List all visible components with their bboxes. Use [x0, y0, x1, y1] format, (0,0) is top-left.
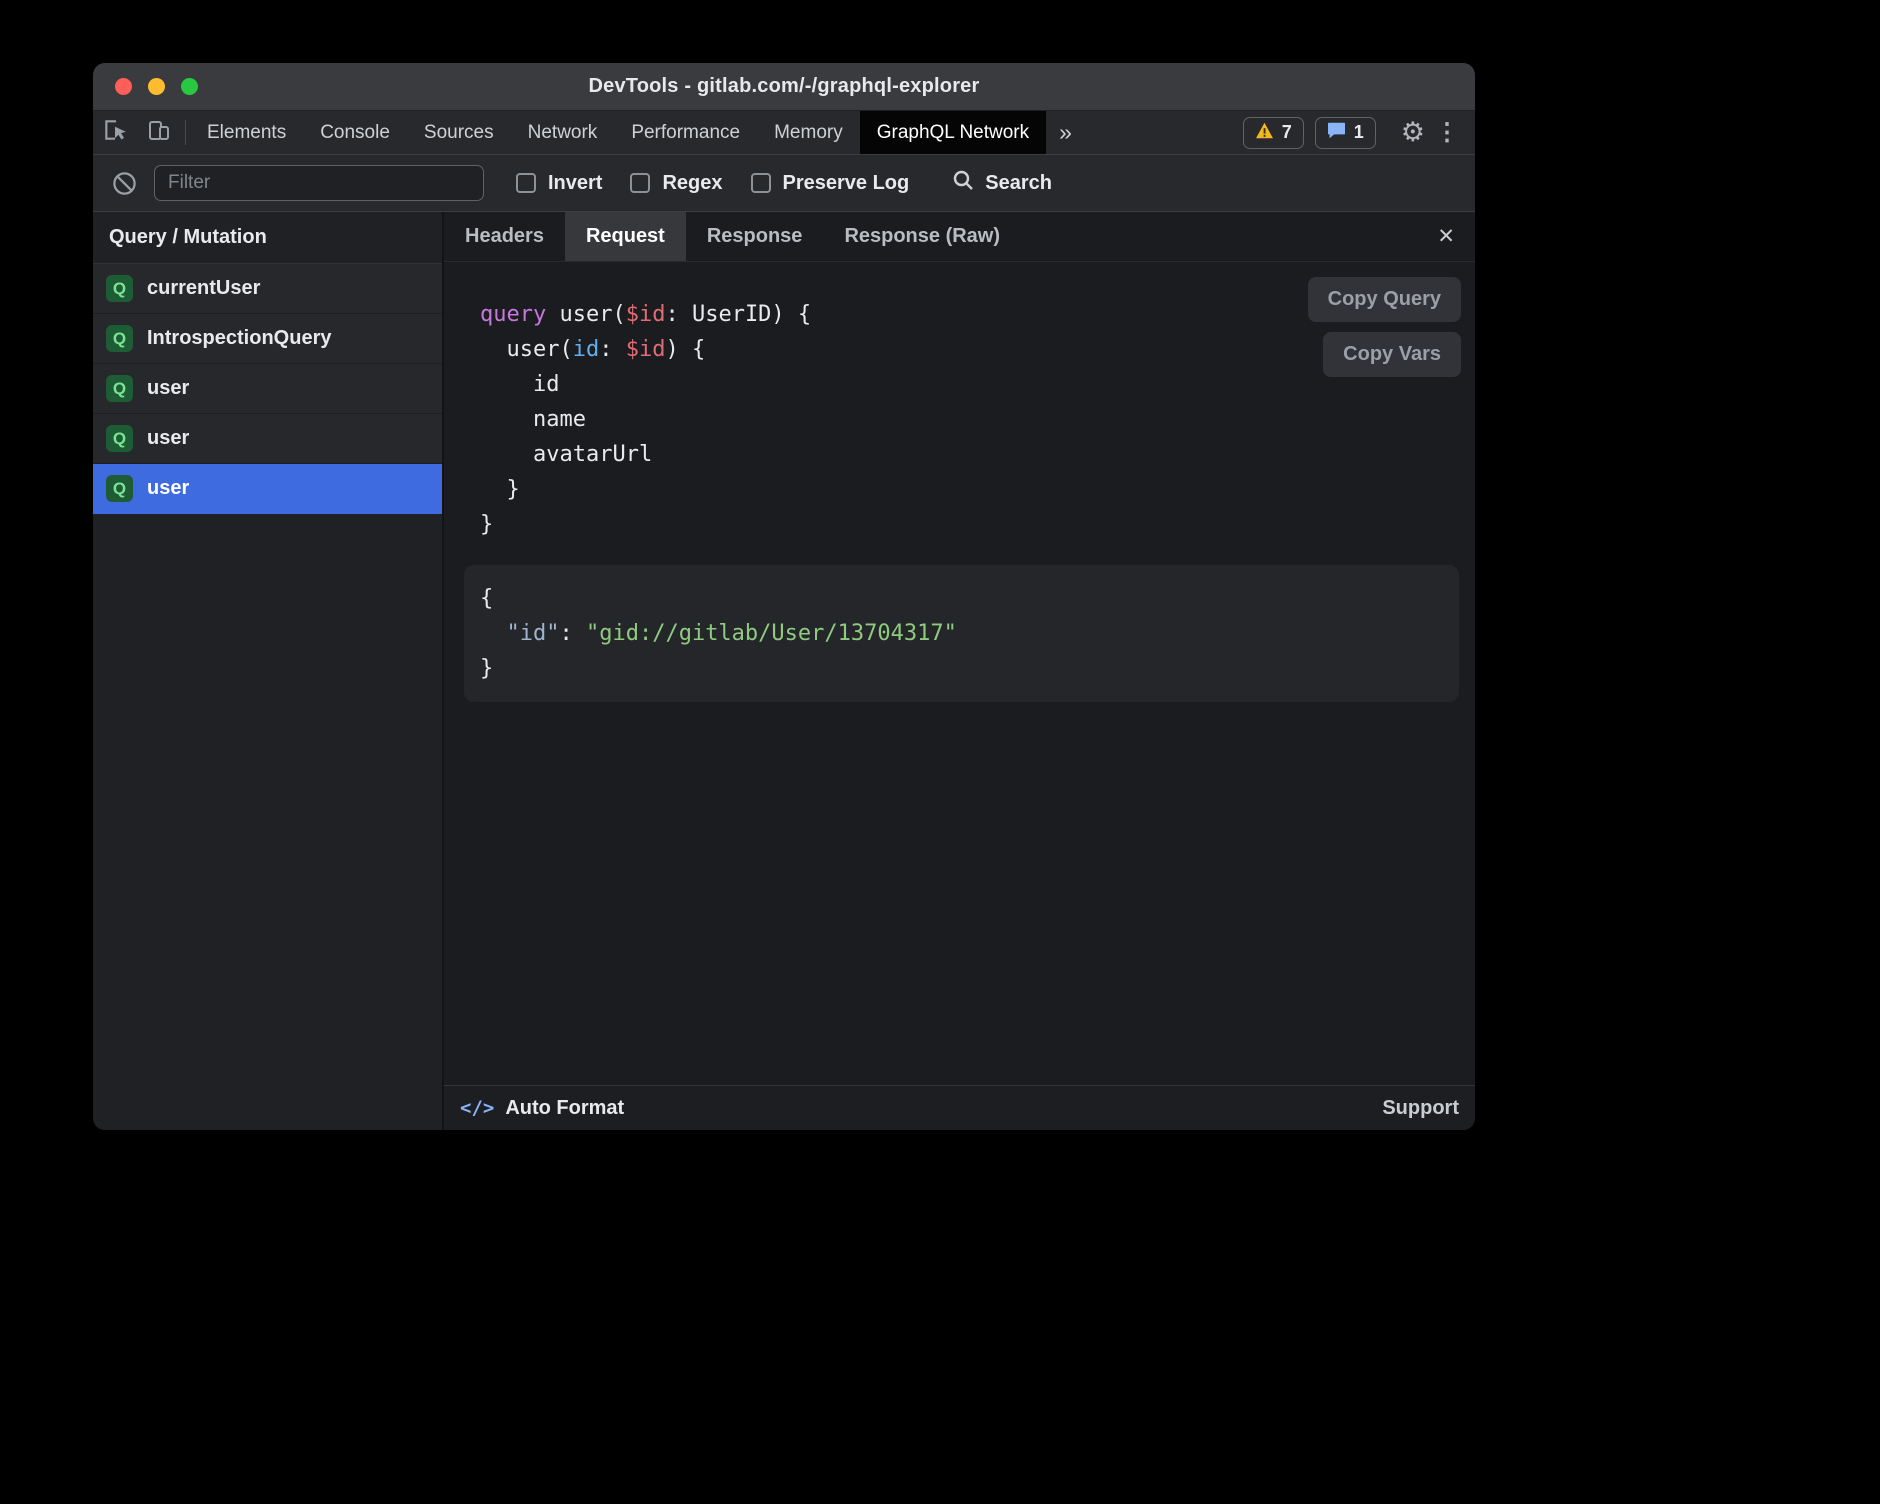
warning-count: 7: [1282, 122, 1292, 143]
query-type-badge: Q: [106, 475, 133, 502]
request-item-introspectionquery[interactable]: Q IntrospectionQuery: [93, 314, 442, 364]
issues-badge[interactable]: 1: [1315, 117, 1376, 149]
filter-input[interactable]: [154, 165, 484, 201]
request-body: Copy Query Copy Vars query user($id: Use…: [444, 262, 1475, 1085]
tab-graphql-network[interactable]: GraphQL Network: [860, 111, 1046, 154]
request-item-user-1[interactable]: Q user: [93, 364, 442, 414]
tab-memory[interactable]: Memory: [757, 111, 860, 154]
query-type-badge: Q: [106, 325, 133, 352]
request-item-user-2[interactable]: Q user: [93, 414, 442, 464]
minimize-window-button[interactable]: [148, 78, 165, 95]
close-window-button[interactable]: [115, 78, 132, 95]
inspect-element-button[interactable]: [93, 111, 137, 154]
tab-network[interactable]: Network: [511, 111, 615, 154]
tab-request[interactable]: Request: [565, 212, 686, 261]
preserve-log-checkbox-group: Preserve Log: [751, 172, 910, 195]
regex-checkbox-group: Regex: [630, 172, 722, 195]
auto-format-button[interactable]: Auto Format: [505, 1097, 624, 1120]
variables-code: { "id": "gid://gitlab/User/13704317"}: [480, 581, 1443, 686]
titlebar: DevTools - gitlab.com/-/graphql-explorer: [93, 63, 1475, 111]
request-item-label: IntrospectionQuery: [147, 327, 331, 350]
request-item-label: user: [147, 477, 189, 500]
window-title: DevTools - gitlab.com/-/graphql-explorer: [93, 75, 1475, 98]
request-list-sidebar: Query / Mutation Q currentUser Q Introsp…: [93, 212, 444, 1130]
regex-checkbox[interactable]: [630, 173, 650, 193]
tab-headers[interactable]: Headers: [444, 212, 565, 261]
warning-triangle-icon: [1255, 122, 1274, 144]
copy-vars-button[interactable]: Copy Vars: [1323, 332, 1461, 377]
devtools-tabbar: Elements Console Sources Network Perform…: [93, 111, 1475, 155]
zoom-window-button[interactable]: [181, 78, 198, 95]
traffic-lights: [115, 63, 198, 110]
query-type-badge: Q: [106, 275, 133, 302]
tab-performance[interactable]: Performance: [614, 111, 757, 154]
tab-sources[interactable]: Sources: [407, 111, 511, 154]
filter-toolbar: Invert Regex Preserve Log Search: [93, 155, 1475, 212]
sidebar-header: Query / Mutation: [93, 212, 442, 264]
invert-checkbox[interactable]: [516, 173, 536, 193]
query-type-badge: Q: [106, 375, 133, 402]
request-item-user-3-selected[interactable]: Q user: [93, 464, 442, 514]
request-item-label: currentUser: [147, 277, 260, 300]
search-label: Search: [985, 172, 1052, 195]
search-button[interactable]: Search: [951, 168, 1052, 198]
search-icon: [951, 168, 975, 198]
more-tabs-button[interactable]: »: [1046, 111, 1085, 154]
invert-checkbox-group: Invert: [516, 172, 602, 195]
tab-console[interactable]: Console: [303, 111, 407, 154]
tab-response-raw[interactable]: Response (Raw): [823, 212, 1021, 261]
more-options-icon[interactable]: ⋮: [1435, 118, 1459, 147]
device-toolbar-button[interactable]: [137, 111, 181, 154]
invert-label: Invert: [548, 172, 602, 195]
device-toolbar-icon: [147, 118, 171, 147]
tabbar-spacer: [1085, 111, 1243, 154]
preserve-log-checkbox[interactable]: [751, 173, 771, 193]
issue-count: 1: [1354, 122, 1364, 143]
regex-label: Regex: [662, 172, 722, 195]
chat-bubble-icon: [1327, 122, 1346, 144]
inspect-cursor-icon: [102, 117, 128, 148]
variables-box: { "id": "gid://gitlab/User/13704317"}: [464, 565, 1459, 702]
request-detail-panel: Headers Request Response Response (Raw) …: [444, 212, 1475, 1130]
copy-query-button[interactable]: Copy Query: [1308, 277, 1461, 322]
request-item-label: user: [147, 427, 189, 450]
panel-footer: </> Auto Format Support: [444, 1085, 1475, 1130]
devtools-window: DevTools - gitlab.com/-/graphql-explorer…: [93, 63, 1475, 1130]
tab-elements[interactable]: Elements: [190, 111, 303, 154]
content-split: Query / Mutation Q currentUser Q Introsp…: [93, 212, 1475, 1130]
query-type-badge: Q: [106, 425, 133, 452]
code-brackets-icon: </>: [460, 1097, 494, 1119]
support-link[interactable]: Support: [1382, 1097, 1459, 1120]
request-item-currentuser[interactable]: Q currentUser: [93, 264, 442, 314]
query-code: query user($id: UserID) { user(id: $id) …: [464, 297, 1459, 542]
settings-gear-icon[interactable]: ⚙: [1401, 117, 1425, 148]
close-panel-icon[interactable]: ✕: [1437, 224, 1455, 249]
toolbar-divider: [185, 120, 186, 145]
clear-requests-icon[interactable]: [111, 170, 138, 197]
preserve-log-label: Preserve Log: [783, 172, 910, 195]
request-item-label: user: [147, 377, 189, 400]
warnings-badge[interactable]: 7: [1243, 117, 1304, 149]
detail-tabbar: Headers Request Response Response (Raw) …: [444, 212, 1475, 262]
tab-response[interactable]: Response: [686, 212, 824, 261]
